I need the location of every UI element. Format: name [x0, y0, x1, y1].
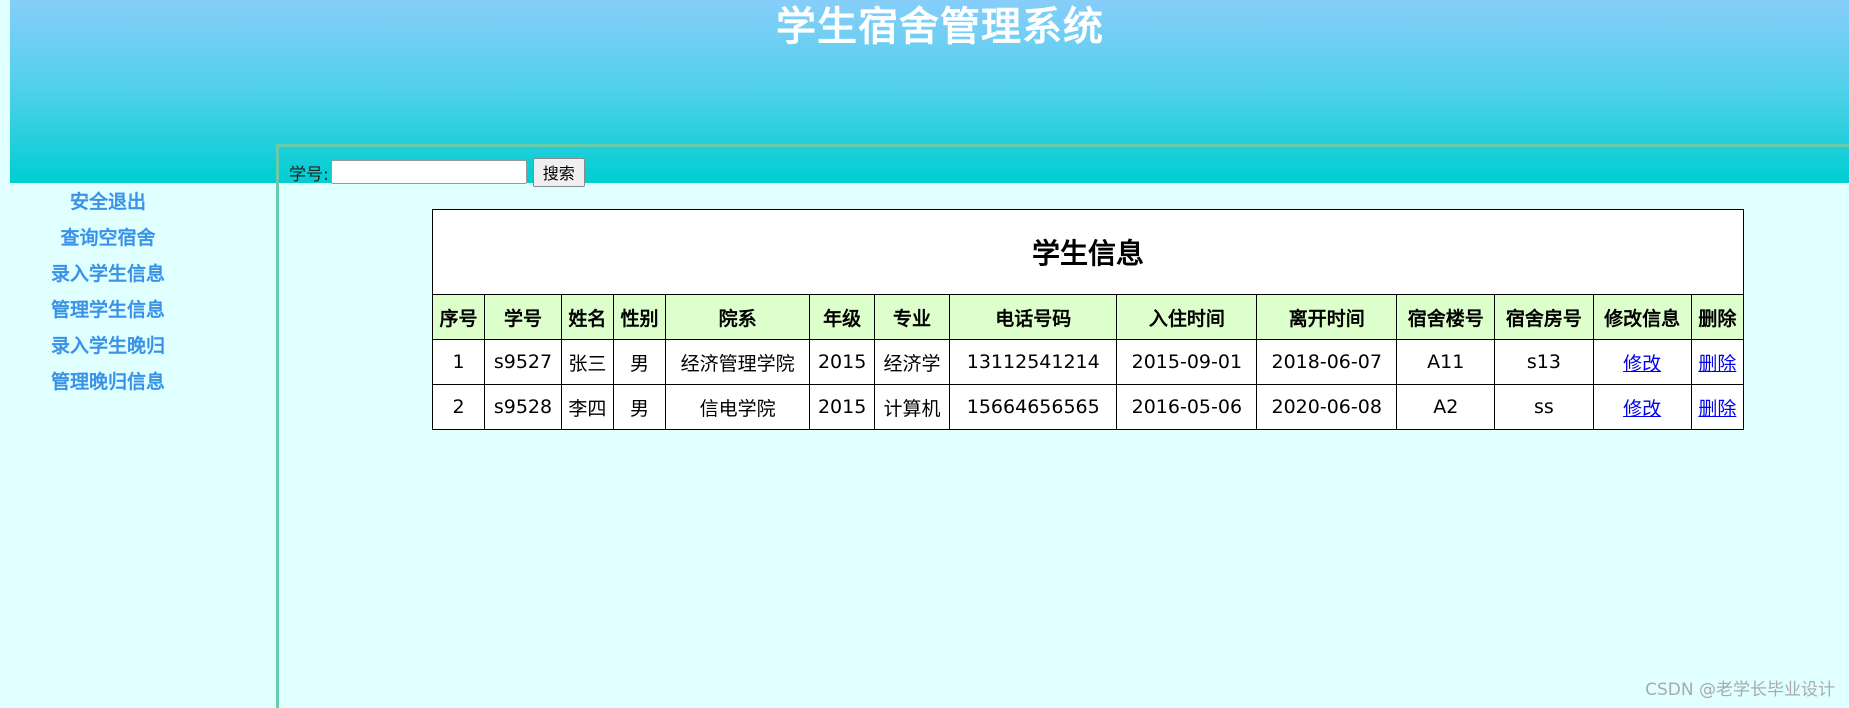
- table-cell: 经济学: [873, 339, 951, 385]
- table-row: 2 s9528 李四男信电学院 2015 计算机 15664656565 2016-05-0…: [431, 384, 1745, 430]
- table-cell: 2015: [809, 339, 875, 385]
- search-label: 学号:: [289, 164, 329, 185]
- table-cell: A2: [1396, 384, 1496, 430]
- table-cell: 2018-06-07: [1256, 339, 1398, 385]
- student-id-search-input[interactable]: [330, 160, 527, 184]
- page: 学生宿舍管理系统 安全退出 查询空宿舍 录入学生信息 管理学生信息 录入学生晚归…: [0, 0, 1849, 708]
- table-cell: 男: [612, 384, 667, 430]
- table-caption-row: 学生信息: [432, 209, 1744, 295]
- table-cell: 2016-05-06: [1116, 384, 1258, 430]
- sidebar-item-add-student[interactable]: 录入学生信息: [0, 261, 216, 287]
- table-cell: 张三: [560, 339, 614, 385]
- table-header-row: 序号 学号 姓名 性别 院系 年级 专业 电话号码 入住时间 离开时间 宿舍楼号 宿舍房号 修改信息 删除: [431, 294, 1745, 340]
- sidebar-item-empty-dorms[interactable]: 查询空宿舍: [0, 225, 216, 251]
- table-title: 学生信息: [432, 209, 1744, 295]
- table-cell: A11: [1396, 339, 1496, 385]
- student-info-table-wrap: 学生信息 序号 学号 姓名 性别 院系 年级 专业 电话号码 入住时间 离开时间 宿舍楼号 宿舍房号修…: [431, 209, 1745, 430]
- app-title: 学生宿舍管理系统: [776, 4, 1104, 50]
- column-header: 离开时间: [1256, 294, 1398, 340]
- table-cell: 修改: [1592, 384, 1692, 430]
- edit-link[interactable]: 修改: [1623, 398, 1661, 420]
- table-cell: 15664656565: [949, 384, 1118, 430]
- column-header: 序号: [431, 294, 486, 340]
- table-cell: 2020-06-08: [1256, 384, 1398, 430]
- table-cell: 13112541214: [949, 339, 1118, 385]
- edit-link[interactable]: 修改: [1623, 353, 1661, 375]
- sidebar-item-manage-students[interactable]: 管理学生信息: [0, 297, 216, 323]
- table-cell: 1: [431, 339, 486, 385]
- table-row: 1 s9527 张三男经济管理学院 2015 经济学 13112541214 2015-09…: [431, 339, 1745, 385]
- table-cell: 男: [612, 339, 667, 385]
- table-cell: 删除: [1690, 384, 1745, 430]
- column-header: 电话号码: [949, 294, 1118, 340]
- table-cell: 计算机: [873, 384, 951, 430]
- sidebar-item-add-late-return[interactable]: 录入学生晚归: [0, 333, 216, 359]
- sidebar-item-manage-late-return[interactable]: 管理晚归信息: [0, 369, 216, 395]
- table-cell: 李四: [560, 384, 614, 430]
- column-header: 年级: [809, 294, 875, 340]
- column-header: 修改信息: [1592, 294, 1692, 340]
- table-cell: 2015: [809, 384, 875, 430]
- table-cell: ss: [1494, 384, 1594, 430]
- search-bar: 学号: 搜索: [289, 157, 585, 187]
- column-header: 院系: [665, 294, 811, 340]
- delete-link[interactable]: 删除: [1698, 398, 1736, 420]
- table-cell: 信电学院: [665, 384, 811, 430]
- column-header: 性别: [612, 294, 667, 340]
- column-header: 姓名: [560, 294, 614, 340]
- sidebar-item-logout[interactable]: 安全退出: [0, 189, 216, 215]
- table-cell: 删除: [1690, 339, 1745, 385]
- table-cell: 2: [431, 384, 486, 430]
- sidebar: 安全退出 查询空宿舍 录入学生信息 管理学生信息 录入学生晚归 管理晚归信息: [0, 183, 276, 708]
- column-header: 专业: [873, 294, 951, 340]
- student-info-table: 学生信息 序号 学号 姓名 性别 院系 年级 专业 电话号码 入住时间 离开时间 宿舍楼号 宿舍房号修…: [431, 209, 1745, 430]
- delete-link[interactable]: 删除: [1698, 353, 1736, 375]
- column-header: 宿舍楼号: [1396, 294, 1496, 340]
- column-header: 入住时间: [1116, 294, 1258, 340]
- search-button[interactable]: 搜索: [532, 157, 585, 187]
- table-cell: 2015-09-01: [1116, 339, 1258, 385]
- table-cell: 修改: [1592, 339, 1692, 385]
- table-cell: s9527: [484, 339, 562, 385]
- main-frame: 学号: 搜索 学生信息 序号 学号 姓名 性别 院系 年级 专业 电话号码 入住时间 离开时间 宿舍…: [276, 144, 1849, 708]
- table-cell: s9528: [484, 384, 562, 430]
- watermark: CSDN @老学长毕业设计: [1645, 680, 1835, 700]
- column-header: 删除: [1690, 294, 1745, 340]
- table-cell: 经济管理学院: [665, 339, 811, 385]
- column-header: 宿舍房号: [1494, 294, 1594, 340]
- column-header: 学号: [484, 294, 562, 340]
- table-cell: s13: [1494, 339, 1594, 385]
